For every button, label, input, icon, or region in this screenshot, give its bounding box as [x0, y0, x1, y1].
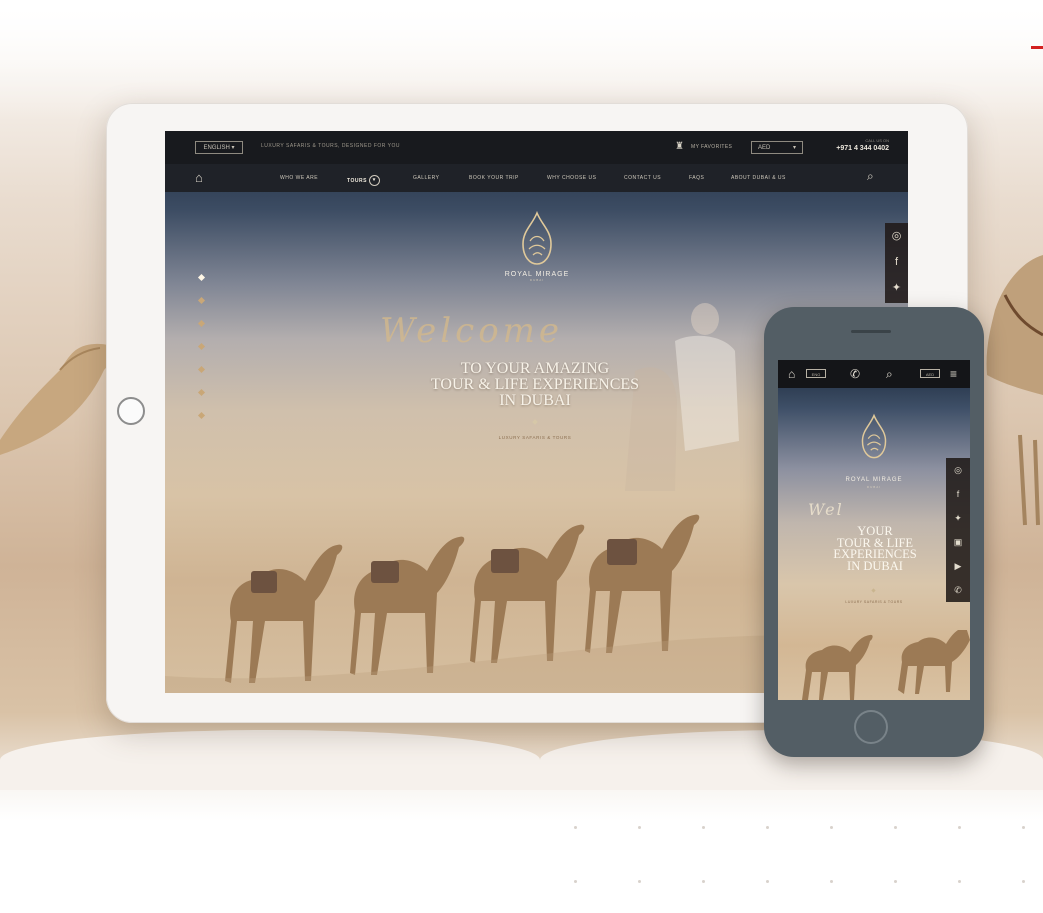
hero-headline: YOUR TOUR & LIFE EXPERIENCES IN DUBAI [810, 525, 940, 573]
divider-diamond [871, 588, 876, 593]
hero-headline-line-1: TO YOUR AMAZING [460, 360, 610, 377]
phone-home-button [854, 710, 888, 744]
brand-subtitle: DUBAI [866, 485, 882, 489]
call-us-label: CALL US ON [865, 138, 889, 143]
nav-item-who-we-are[interactable]: WHO WE ARE [280, 175, 318, 181]
decorative-dot [638, 880, 641, 883]
slider-dot[interactable] [197, 388, 206, 397]
decorative-dot [766, 880, 769, 883]
slider-dot[interactable] [197, 342, 206, 351]
hero-headline-line-2: TOUR & LIFE EXPERIENCES [430, 376, 640, 393]
hero-headline-line-4: IN DUBAI [847, 558, 903, 573]
nav-item-gallery[interactable]: GALLERY [413, 175, 439, 181]
currency-select[interactable]: AED ▾ [751, 141, 803, 154]
menu-icon[interactable]: ≡ [950, 367, 957, 381]
phone-top-bar: ⌂ ENG ✆ ⌕ AED ≡ [778, 360, 970, 388]
tripadvisor-icon[interactable]: ◎ [885, 223, 908, 249]
nav-item-contact-us[interactable]: CONTACT US [624, 175, 661, 181]
slider-dot[interactable] [197, 365, 206, 374]
top-bar: ENGLISH ▾ LUXURY SAFARIS & TOURS, DESIGN… [165, 131, 908, 165]
youtube-icon[interactable]: ▶ [946, 554, 970, 578]
chevron-circle-icon: ▾ [368, 175, 380, 186]
twitter-icon[interactable]: ✦ [946, 506, 970, 530]
hero-headline: TO YOUR AMAZING TOUR & LIFE EXPERIENCES … [405, 361, 665, 409]
decorative-dot [1022, 826, 1025, 829]
decorative-dot [702, 826, 705, 829]
whatsapp-icon[interactable]: ✆ [946, 578, 970, 602]
decorative-dot [766, 826, 769, 829]
hero-headline-line-3: IN DUBAI [499, 392, 571, 409]
chevron-down-icon: ▾ [792, 145, 796, 151]
calligraphy-logo-icon [861, 413, 887, 459]
currency-select[interactable]: AED [920, 369, 940, 378]
decorative-dot [574, 826, 577, 829]
calligraphy-logo-icon [522, 211, 552, 265]
tablet-home-button [117, 397, 145, 425]
decorative-dot-grid [560, 818, 1030, 888]
slider-dot[interactable] [197, 273, 206, 282]
tagline: LUXURY SAFARIS & TOURS, DESIGNED FOR YOU [261, 143, 401, 149]
favorites-icon[interactable]: ♜ [675, 141, 684, 152]
nav-item-book-your-trip[interactable]: BOOK YOUR TRIP [469, 175, 519, 181]
decorative-dot [830, 826, 833, 829]
phone-screen: ⌂ ENG ✆ ⌕ AED ≡ ROYAL MIRAGE DUBAI Wel Y… [778, 360, 970, 700]
main-nav: ⌂ WHO WE ARE TOURS ▾ GALLERY BOOK YOUR T… [165, 164, 908, 192]
home-icon[interactable]: ⌂ [195, 170, 203, 185]
brand-logo[interactable]: ROYAL MIRAGE DUBAI [485, 211, 589, 282]
favorites-link[interactable]: MY FAVORITES [691, 144, 732, 150]
hero-subline: LUXURY SAFARIS & TOURS [845, 600, 903, 604]
language-select[interactable]: ENG [806, 369, 826, 378]
brand-name: ROYAL MIRAGE [504, 271, 570, 278]
sky-haze [0, 0, 1043, 120]
phone-speaker [851, 330, 891, 333]
brand-logo[interactable] [850, 412, 898, 467]
hero-welcome-script: Welcome [380, 311, 564, 351]
slider-dot[interactable] [197, 319, 206, 328]
decorative-dot [830, 880, 833, 883]
slider-pagination [197, 273, 206, 436]
nav-item-tours-label: TOURS [347, 177, 367, 184]
tripadvisor-icon[interactable]: ◎ [946, 458, 970, 482]
camel-caravan-image [802, 630, 970, 700]
social-sidebar: ◎ f ✦ ▣ ▶ ✆ [946, 458, 970, 602]
slider-dot[interactable] [197, 411, 206, 420]
mockup-scene: ENGLISH ▾ LUXURY SAFARIS & TOURS, DESIGN… [0, 0, 1043, 913]
twitter-icon[interactable]: ✦ [885, 275, 908, 301]
facebook-icon[interactable]: f [946, 482, 970, 506]
decorative-dot [958, 880, 961, 883]
divider-diamond [532, 419, 538, 425]
decorative-dot [894, 826, 897, 829]
red-accent-mark [1031, 46, 1043, 49]
social-sidebar: ◎ f ✦ [885, 223, 908, 303]
home-icon[interactable]: ⌂ [788, 367, 795, 381]
decorative-dot [702, 880, 705, 883]
language-select[interactable]: ENGLISH ▾ [195, 141, 243, 154]
decorative-dot [574, 880, 577, 883]
hero-subline: LUXURY SAFARIS & TOURS [498, 435, 572, 440]
nav-item-tours[interactable]: TOURS ▾ [347, 175, 380, 186]
search-icon[interactable]: ⌕ [867, 169, 874, 184]
decorative-dot [1022, 880, 1025, 883]
facebook-icon[interactable]: f [885, 249, 908, 275]
slider-dot[interactable] [197, 296, 206, 305]
instagram-icon[interactable]: ▣ [946, 530, 970, 554]
search-icon[interactable]: ⌕ [886, 367, 893, 382]
brand-subtitle: DUBAI [529, 278, 545, 282]
brand-name: ROYAL MIRAGE [845, 477, 903, 483]
currency-value: AED [758, 145, 771, 151]
decorative-dot [958, 826, 961, 829]
phone-call-icon[interactable]: ✆ [850, 367, 860, 381]
decorative-dot [638, 826, 641, 829]
right-camel-image [986, 255, 1043, 526]
hero-welcome-script: Wel [808, 500, 844, 519]
nav-item-faqs[interactable]: FAQS [689, 175, 704, 181]
nav-item-about-dubai[interactable]: ABOUT DUBAI & US [731, 175, 786, 181]
phone-number[interactable]: +971 4 344 0402 [829, 145, 889, 152]
decorative-dot [894, 880, 897, 883]
nav-item-why-choose-us[interactable]: WHY CHOOSE US [547, 175, 596, 181]
